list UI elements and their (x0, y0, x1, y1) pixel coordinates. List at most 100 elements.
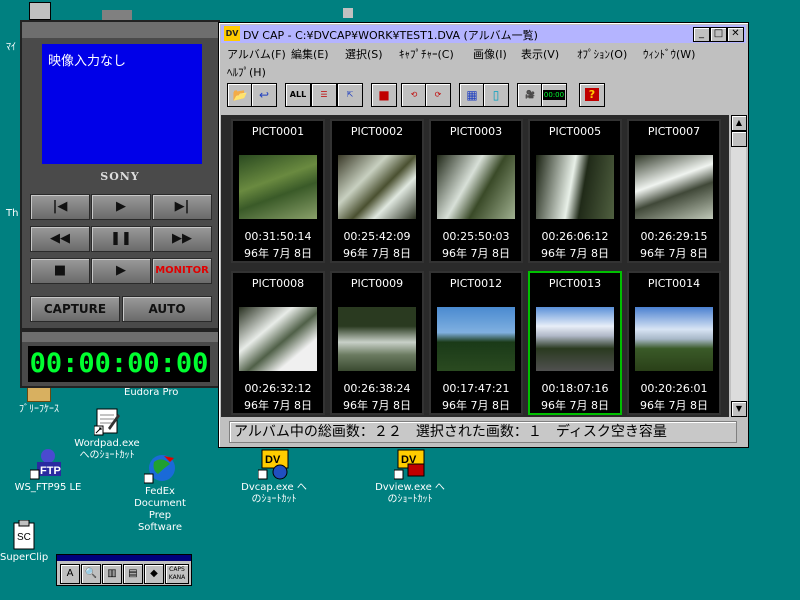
timecode-display: 00:00:00:00 (28, 346, 210, 382)
album-item[interactable]: PICT0003 00:25:50:03 96年 7月 8日 (429, 119, 523, 263)
skip-back-button[interactable]: |◀ (30, 194, 90, 220)
fast-forward-button[interactable]: ▶▶ (152, 226, 212, 252)
thumb-timecode: 00:26:38:24 (343, 382, 411, 395)
ime-mode-button[interactable]: A (60, 564, 80, 584)
thumb-date: 96年 7月 8日 (541, 247, 609, 260)
desktop-icon-superclip[interactable]: SC SuperClip (0, 519, 48, 564)
thumb-name: PICT0009 (350, 277, 404, 290)
ime-search-icon[interactable]: 🔍 (81, 564, 101, 584)
deck-control-titlebar[interactable] (22, 22, 218, 38)
timecode-titlebar[interactable] (22, 332, 218, 342)
desktop-icon-briefcase[interactable]: ﾌﾞﾘｰﾌｹｰｽ (4, 386, 74, 416)
ime-toolbar[interactable]: A 🔍 ▥ ▤ ◆ CAPS KANA (56, 554, 192, 586)
play-small-icon: ▶ (116, 199, 126, 214)
menu-options[interactable]: ｵﾌﾟｼｮﾝ(O) (577, 46, 627, 62)
record-button[interactable]: ■ (371, 83, 397, 107)
thumb-timecode: 00:18:07:16 (541, 382, 609, 395)
select-cursor-button[interactable]: ⇱ (337, 83, 363, 107)
skip-forward-button[interactable]: ▶| (152, 194, 212, 220)
thumb-name: PICT0008 (251, 277, 305, 290)
album-item[interactable]: PICT0009 00:26:38:24 96年 7月 8日 (330, 271, 424, 415)
menu-window[interactable]: ｳｨﾝﾄﾞｳ(W) (643, 46, 695, 62)
grid-view-icon: ▦ (466, 88, 478, 102)
rotate-left-button[interactable]: ⟲ (401, 83, 427, 107)
desktop-icon-fedex[interactable]: FedEx Document Prep Software (124, 452, 196, 534)
app-icon[interactable]: DV (224, 26, 240, 41)
menu-edit[interactable]: 編集(E) (291, 46, 329, 62)
capture-button[interactable]: CAPTURE (30, 296, 120, 322)
vertical-scrollbar[interactable]: ▲ ▼ (731, 115, 747, 417)
scroll-down-button[interactable]: ▼ (731, 401, 747, 417)
stop-button[interactable]: ■ (30, 258, 90, 284)
menu-select[interactable]: 選択(S) (345, 46, 383, 62)
close-button[interactable]: ✕ (727, 27, 744, 42)
desktop-icon-dvview[interactable]: DV Dvview.exe へ のｼｮｰﾄｶｯﾄ (368, 448, 452, 506)
menu-view[interactable]: 表示(V) (521, 46, 559, 62)
ime-tool-icon[interactable]: ◆ (144, 564, 164, 584)
album-item[interactable]: PICT0002 00:25:42:09 96年 7月 8日 (330, 119, 424, 263)
album-item[interactable]: PICT0007 00:26:29:15 96年 7月 8日 (627, 119, 721, 263)
scroll-up-button[interactable]: ▲ (731, 115, 747, 131)
monitor-button[interactable]: MONITOR (152, 258, 212, 284)
skip-forward-icon: ▶| (174, 199, 190, 214)
desktop-icon-ftp[interactable]: FTP WS_FTP95 LE (8, 448, 88, 494)
ime-toolbar-titlebar[interactable] (57, 555, 191, 561)
rotate-right-button[interactable]: ⟳ (425, 83, 451, 107)
auto-button[interactable]: AUTO (122, 296, 212, 322)
ime-dictionary-icon[interactable]: ▥ (102, 564, 122, 584)
single-view-button[interactable]: ▯ (483, 83, 509, 107)
album-item[interactable]: PICT0008 00:26:32:12 96年 7月 8日 (231, 271, 325, 415)
arrow-down-icon: ▼ (735, 404, 743, 413)
desktop-icon-recycle[interactable] (338, 8, 358, 20)
album-item[interactable]: PICT0014 00:20:26:01 96年 7月 8日 (627, 271, 721, 415)
thumb-image (437, 155, 515, 219)
dvview-icon: DV (393, 448, 426, 480)
album-item[interactable]: PICT0001 00:31:50:14 96年 7月 8日 (231, 119, 325, 263)
album-item[interactable]: PICT0012 00:17:47:21 96年 7月 8日 (429, 271, 523, 415)
pause-button[interactable]: ❚❚ (91, 226, 151, 252)
save-arrow-icon: ↩ (258, 88, 270, 102)
help-button[interactable]: ? (579, 83, 605, 107)
desktop-icon-my-computer[interactable] (26, 2, 54, 22)
save-button[interactable]: ↩ (251, 83, 277, 107)
camera-button[interactable]: 🎥 (517, 83, 543, 107)
stop-icon: ■ (53, 263, 67, 278)
play-button[interactable]: ▶ (91, 258, 151, 284)
thumbnail-view-button[interactable]: ▦ (459, 83, 485, 107)
svg-text:DV: DV (265, 454, 281, 466)
menu-capture[interactable]: ｷｬﾌﾟﾁｬｰ(C) (399, 46, 454, 62)
recycle-icon (343, 8, 353, 18)
rewind-button[interactable]: ◀◀ (30, 226, 90, 252)
minimize-button[interactable]: _ (693, 27, 710, 42)
svg-text:FTP: FTP (40, 465, 61, 477)
thumb-name: PICT0013 (548, 277, 602, 290)
menu-help[interactable]: ﾍﾙﾌﾟ(H) (227, 64, 266, 80)
album-item-selected[interactable]: PICT0013 00:18:07:16 96年 7月 8日 (528, 271, 622, 415)
open-folder-icon: 📂 (232, 88, 248, 102)
ftp-icon: FTP (29, 448, 66, 480)
maximize-button[interactable]: □ (710, 27, 727, 42)
thumb-name: PICT0001 (251, 125, 305, 138)
ime-pad-icon[interactable]: ▤ (123, 564, 143, 584)
desktop-icon-dvcap[interactable]: DV Dvcap.exe へ のｼｮｰﾄｶｯﾄ (236, 448, 312, 506)
arrow-up-icon: ▲ (735, 118, 743, 127)
timecode-button[interactable]: 00:00 (541, 83, 567, 107)
frame-forward-button[interactable]: ▶ (91, 194, 151, 220)
album-item[interactable]: PICT0005 00:26:06:12 96年 7月 8日 (528, 119, 622, 263)
network-icon (102, 10, 132, 20)
window-titlebar[interactable]: DV DV CAP - C:¥DVCAP¥WORK¥TEST1.DVA (アルバ… (221, 25, 746, 43)
select-all-button[interactable]: ALL (285, 83, 311, 107)
thumb-name: PICT0014 (647, 277, 701, 290)
select-range-button[interactable]: ☰ (311, 83, 337, 107)
maximize-icon: □ (713, 28, 724, 39)
thumb-timecode: 00:26:29:15 (640, 230, 708, 243)
desktop-label-eudora[interactable]: Eudora Pro (124, 387, 178, 398)
scroll-thumb[interactable] (731, 131, 747, 147)
fast-forward-icon: ▶▶ (172, 231, 192, 246)
menu-image[interactable]: 画像(I) (473, 46, 507, 62)
menu-album[interactable]: アルバム(F) (227, 46, 286, 62)
thumb-date: 96年 7月 8日 (442, 247, 510, 260)
cursor-select-icon: ⇱ (346, 90, 354, 99)
open-button[interactable]: 📂 (227, 83, 253, 107)
rewind-icon: ◀◀ (50, 231, 70, 246)
